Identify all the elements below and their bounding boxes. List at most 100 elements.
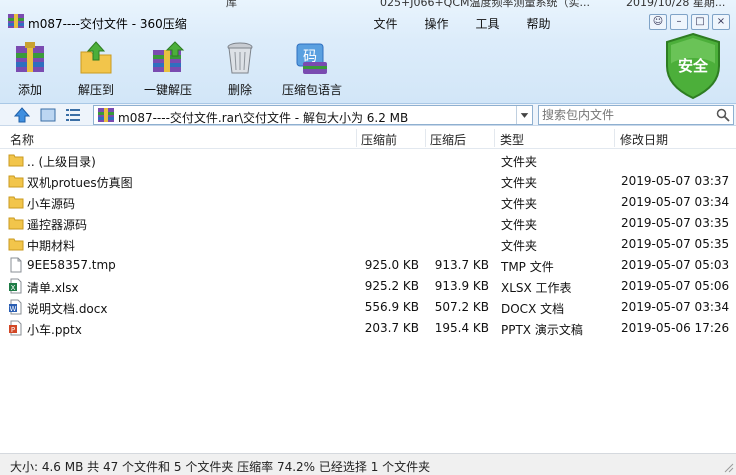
add-button[interactable]: 添加 — [0, 38, 60, 100]
excel-file-icon: X — [9, 278, 22, 294]
search-input[interactable] — [542, 107, 712, 123]
file-name: 9EE58357.tmp — [27, 258, 116, 272]
file-type: 文件夹 — [501, 155, 538, 169]
table-row[interactable]: 双机protues仿真图 文件夹 2019-05-07 03:37 — [0, 170, 736, 191]
behind-text-1: 库 — [226, 0, 237, 8]
table-row[interactable]: .. (上级目录) 文件夹 — [0, 149, 736, 170]
resize-grip-icon[interactable] — [724, 463, 734, 473]
file-name: 小车源码 — [27, 197, 76, 211]
folder-icon — [8, 217, 24, 230]
archive-language-button[interactable]: 码 压缩包语言 — [276, 38, 348, 100]
column-divider[interactable] — [614, 129, 615, 147]
delete-label: 删除 — [227, 83, 252, 97]
blank-file-icon — [10, 257, 22, 273]
address-bar: m087----交付文件.rar\交付文件 - 解包大小为 6.2 MB — [0, 104, 736, 126]
file-type: DOCX 文档 — [501, 302, 565, 316]
file-list: .. (上级目录) 文件夹 双机protues仿真图 文件夹 2019-05-0… — [0, 149, 736, 338]
column-divider[interactable] — [425, 129, 426, 147]
extract-to-button[interactable]: 解压到 — [60, 38, 132, 100]
skin-button[interactable]: ☺ — [649, 14, 667, 30]
table-row[interactable]: X 清单.xlsx 925.2 KB 913.9 KB XLSX 工作表 201… — [0, 275, 736, 296]
column-type[interactable]: 类型 — [500, 131, 524, 148]
background-window-fragment: 库 025+J066+QCM温度频率测量系统（实... 2019/10/28 星… — [0, 0, 736, 8]
title-bar: m087----交付文件 - 360压缩 文件 操作 工具 帮助 ☺ – □ × — [0, 8, 736, 36]
language-code-icon: 码 — [296, 43, 327, 74]
window-title: m087----交付文件 - 360压缩 — [28, 17, 187, 31]
folder-icon — [8, 196, 24, 209]
archive-icon — [98, 108, 114, 122]
file-date: 2019-05-07 05:06 — [621, 279, 730, 293]
file-date: 2019-05-07 05:03 — [621, 258, 730, 272]
extract-to-label: 解压到 — [77, 83, 114, 97]
thumbnail-view-icon[interactable] — [40, 108, 56, 122]
menu-operation[interactable]: 操作 — [411, 15, 462, 32]
svg-text:W: W — [10, 305, 17, 313]
file-type: PPTX 演示文稿 — [501, 323, 583, 337]
archive-language-label: 压缩包语言 — [281, 83, 342, 97]
table-row[interactable]: 9EE58357.tmp 925.0 KB 913.7 KB TMP 文件 20… — [0, 254, 736, 275]
one-click-extract-icon — [153, 41, 185, 72]
extract-to-icon — [80, 41, 112, 74]
svg-text:P: P — [11, 326, 15, 334]
file-packed-size: 925.0 KB — [364, 258, 419, 272]
one-click-extract-label: 一键解压 — [143, 83, 192, 97]
column-packed-size[interactable]: 压缩前 — [361, 131, 397, 148]
file-date: 2019-05-07 05:35 — [621, 237, 730, 251]
menu-tools[interactable]: 工具 — [462, 15, 513, 32]
file-date: 2019-05-06 17:26 — [621, 321, 730, 335]
list-view-icon[interactable] — [66, 108, 80, 122]
column-divider[interactable] — [494, 129, 495, 147]
table-row[interactable]: 小车源码 文件夹 2019-05-07 03:34 — [0, 191, 736, 212]
table-row[interactable]: W 说明文档.docx 556.9 KB 507.2 KB DOCX 文档 20… — [0, 296, 736, 317]
file-type: 文件夹 — [501, 176, 538, 190]
file-type: XLSX 工作表 — [501, 281, 572, 295]
delete-button[interactable]: 删除 — [204, 38, 276, 100]
search-icon[interactable] — [716, 108, 730, 122]
file-type: 文件夹 — [501, 239, 538, 253]
file-name: 说明文档.docx — [27, 302, 108, 316]
up-arrow-icon[interactable] — [14, 107, 30, 123]
file-packed-size: 925.2 KB — [364, 279, 419, 293]
file-name: 中期材料 — [27, 239, 76, 253]
file-name: 清单.xlsx — [27, 281, 79, 295]
column-name[interactable]: 名称 — [10, 131, 34, 148]
add-label: 添加 — [17, 83, 42, 97]
window-controls: ☺ – □ × — [649, 14, 730, 30]
file-packed-size: 556.9 KB — [364, 300, 419, 314]
behind-text-2: 025+J066+QCM温度频率测量系统（实... — [380, 0, 590, 8]
file-unpacked-size: 195.4 KB — [434, 321, 489, 335]
one-click-extract-button[interactable]: 一键解压 — [132, 38, 204, 100]
column-unpacked-size[interactable]: 压缩后 — [430, 131, 466, 148]
powerpoint-file-icon: P — [9, 320, 22, 336]
maximize-button[interactable]: □ — [691, 14, 709, 30]
table-row[interactable]: 中期材料 文件夹 2019-05-07 05:35 — [0, 233, 736, 254]
folder-icon — [8, 175, 24, 188]
security-status-label: 安全 — [677, 57, 708, 75]
file-date: 2019-05-07 03:34 — [621, 195, 730, 209]
column-divider[interactable] — [356, 129, 357, 147]
file-packed-size: 203.7 KB — [364, 321, 419, 335]
current-path: m087----交付文件.rar\交付文件 - 解包大小为 6.2 MB — [118, 111, 409, 125]
column-header: 名称 压缩前 压缩后 类型 修改日期 — [0, 127, 736, 149]
status-text: 大小: 4.6 MB 共 47 个文件和 5 个文件夹 压缩率 74.2% 已经… — [10, 460, 431, 474]
word-file-icon: W — [9, 299, 22, 315]
archive-app-icon — [8, 14, 24, 28]
behind-text-3: 2019/10/28 星期... — [626, 0, 726, 8]
search-box — [538, 105, 734, 125]
file-name: 遥控器源码 — [27, 218, 88, 232]
menu-file[interactable]: 文件 — [360, 15, 411, 32]
add-archive-icon — [16, 42, 44, 72]
top-toolbar-area: 库 025+J066+QCM温度频率测量系统（实... 2019/10/28 星… — [0, 0, 736, 104]
chevron-down-icon[interactable] — [516, 106, 532, 124]
file-type: 文件夹 — [501, 197, 538, 211]
minimize-button[interactable]: – — [670, 14, 688, 30]
file-date: 2019-05-07 03:35 — [621, 216, 730, 230]
table-row[interactable]: 遥控器源码 文件夹 2019-05-07 03:35 — [0, 212, 736, 233]
path-combobox[interactable]: m087----交付文件.rar\交付文件 - 解包大小为 6.2 MB — [93, 105, 533, 125]
close-button[interactable]: × — [712, 14, 730, 30]
table-row[interactable]: P 小车.pptx 203.7 KB 195.4 KB PPTX 演示文稿 20… — [0, 317, 736, 338]
menu-help[interactable]: 帮助 — [513, 15, 564, 32]
column-date[interactable]: 修改日期 — [620, 131, 668, 148]
file-type: 文件夹 — [501, 218, 538, 232]
file-name: .. (上级目录) — [27, 155, 96, 169]
